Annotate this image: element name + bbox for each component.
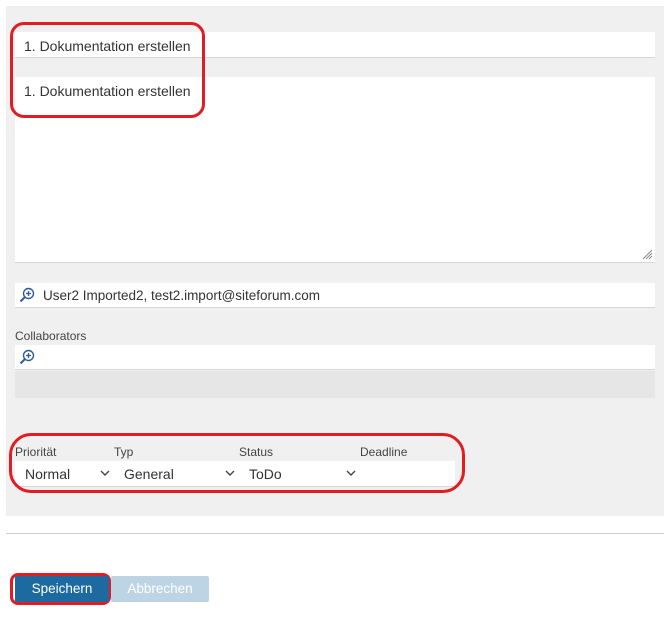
cancel-button[interactable]: Abbrechen [111, 576, 209, 602]
magnifier-plus-icon[interactable] [19, 287, 35, 303]
assignee-field[interactable]: User2 Imported2, test2.import@siteforum.… [15, 283, 655, 308]
type-select[interactable]: General [114, 461, 239, 487]
type-label: Typ [114, 445, 134, 459]
chevron-down-icon [346, 470, 356, 476]
collaborators-label: Collaborators [15, 329, 87, 343]
divider [6, 533, 664, 534]
deadline-input[interactable] [360, 461, 455, 487]
deadline-label: Deadline [360, 445, 408, 459]
magnifier-plus-icon[interactable] [19, 349, 35, 365]
task-meta-row: Normal General ToDo [15, 461, 455, 487]
collaborators-list [15, 371, 655, 398]
task-title-input[interactable]: 1. Dokumentation erstellen [15, 32, 655, 58]
save-button[interactable]: Speichern [15, 576, 109, 602]
collaborators-input[interactable] [15, 345, 655, 370]
status-value: ToDo [249, 466, 282, 482]
chevron-down-icon [225, 470, 235, 476]
status-select[interactable]: ToDo [239, 461, 360, 487]
resize-grip-icon[interactable] [641, 248, 653, 260]
task-description-value: 1. Dokumentation erstellen [24, 83, 191, 99]
priority-label: Priorität [15, 445, 57, 459]
task-title-value: 1. Dokumentation erstellen [24, 38, 191, 54]
chevron-down-icon [100, 470, 110, 476]
type-value: General [124, 466, 174, 482]
status-label: Status [239, 445, 274, 459]
assignee-value: User2 Imported2, test2.import@siteforum.… [43, 288, 321, 303]
priority-value: Normal [25, 466, 71, 482]
task-description-textarea[interactable]: 1. Dokumentation erstellen [15, 77, 655, 263]
priority-select[interactable]: Normal [15, 461, 114, 487]
